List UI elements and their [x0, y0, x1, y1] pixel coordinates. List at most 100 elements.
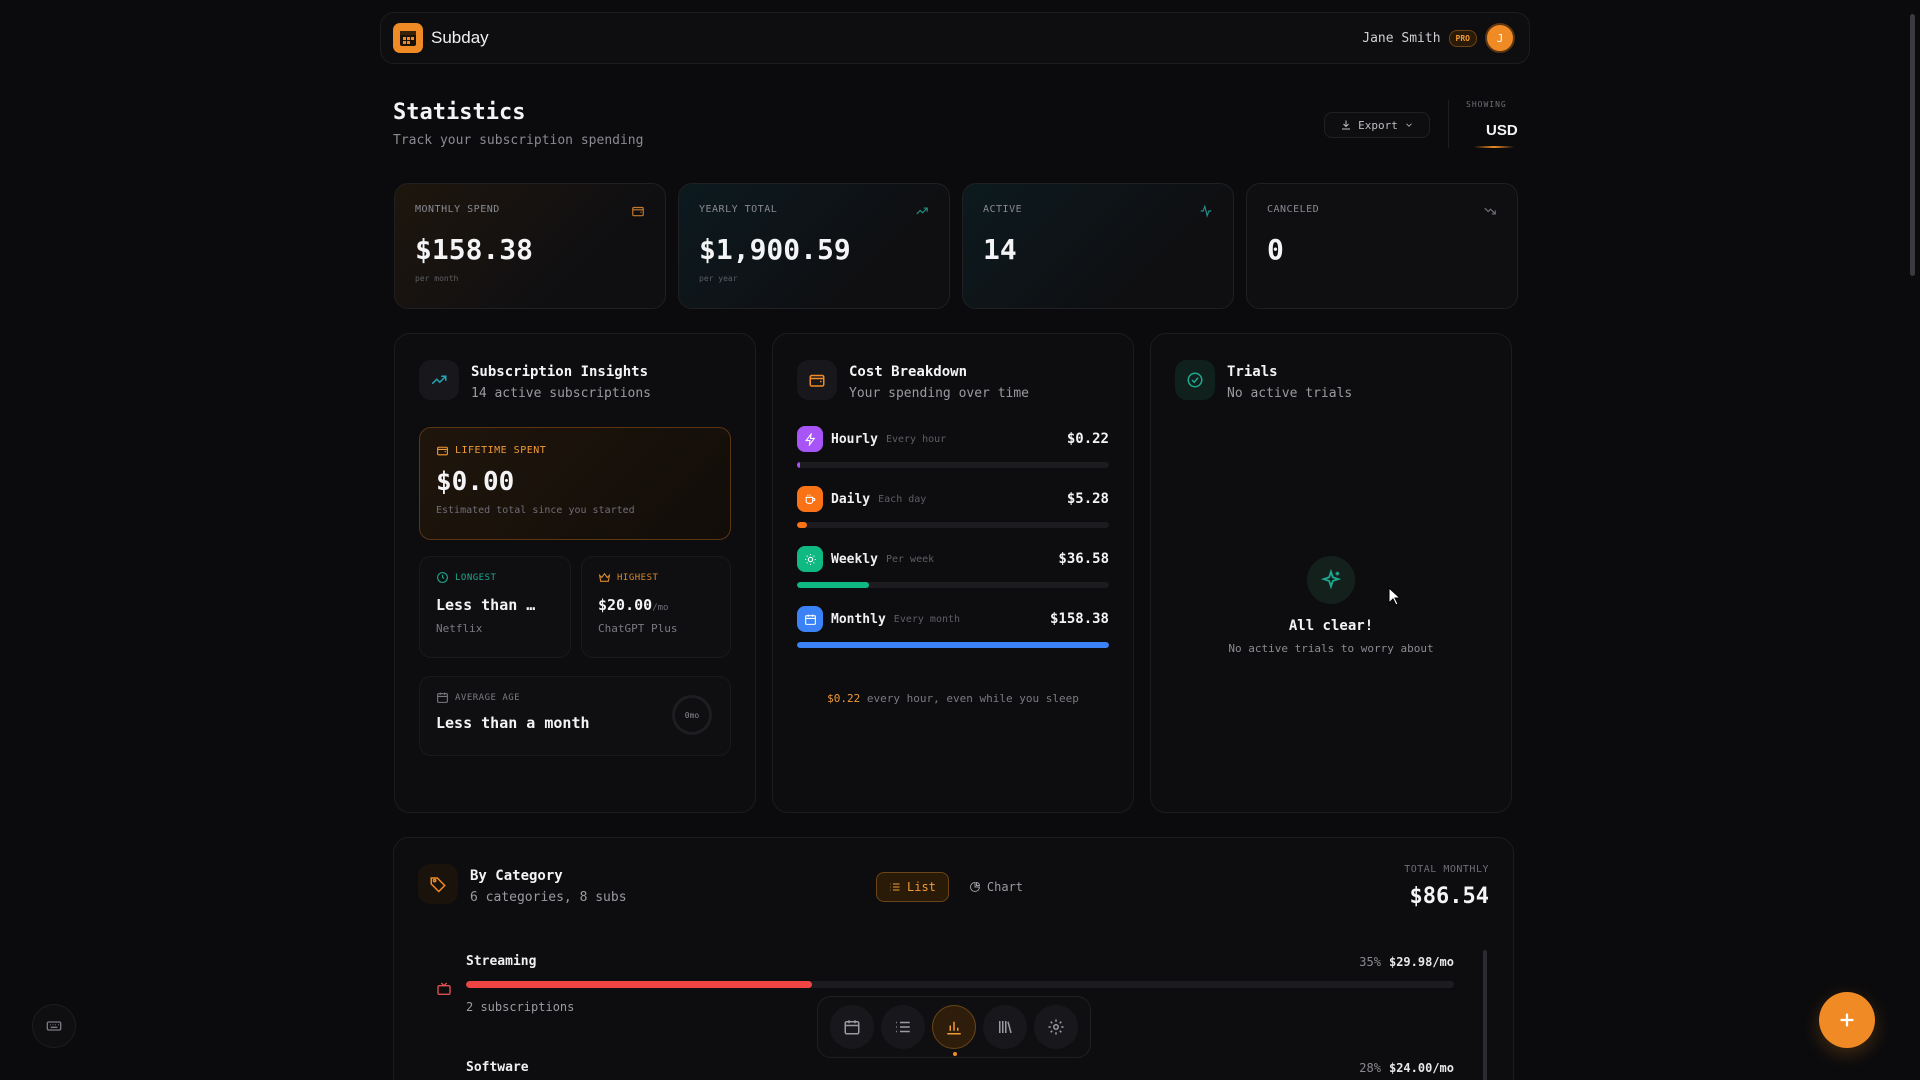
- cost-hint: Every month: [893, 613, 961, 625]
- panel-title: Trials: [1227, 364, 1278, 380]
- keyboard-shortcuts-button[interactable]: [32, 1004, 76, 1048]
- gear-icon: [1048, 1019, 1064, 1035]
- total-monthly-label: TOTAL MONTHLY: [1404, 864, 1489, 875]
- stat-sub: per year: [699, 274, 738, 283]
- cost-footer: $0.22 every hour, even while you sleep: [773, 692, 1133, 705]
- avatar[interactable]: J: [1485, 23, 1515, 53]
- longest-card: LONGEST Less than … Netflix: [419, 556, 571, 658]
- stat-value: $1,900.59: [699, 233, 851, 266]
- cost-value: $36.58: [1058, 551, 1109, 567]
- download-icon: [1342, 120, 1351, 130]
- category-percent: 28%: [1359, 1060, 1381, 1075]
- cost-value: $0.22: [1066, 431, 1109, 447]
- panel-subtitle: Your spending over time: [849, 386, 1030, 401]
- list-icon: [896, 1021, 910, 1033]
- trending-up-icon: [915, 204, 929, 218]
- trials-panel: Trials No active trials All clear! No ac…: [1150, 333, 1512, 813]
- highest-label: HIGHEST: [617, 572, 659, 583]
- stat-card-monthly-spend: MONTHLY SPEND $158.38 per month: [394, 183, 666, 309]
- category-row-software[interactable]: Software 28% $24.00/mo: [466, 1060, 1454, 1075]
- age-ring: 0mo: [672, 695, 712, 735]
- sparkles-icon: [1307, 556, 1355, 604]
- mouse-cursor-icon: [1388, 587, 1402, 607]
- category-amount: $29.98/mo: [1388, 954, 1454, 969]
- cost-bar: [797, 582, 870, 588]
- list-view-button[interactable]: List: [876, 872, 949, 902]
- app-logo-icon: [393, 23, 423, 53]
- activity-icon: [1199, 204, 1213, 218]
- stat-card-yearly-total: YEARLY TOTAL $1,900.59 per year: [678, 183, 950, 309]
- cost-name: Weekly: [831, 551, 878, 567]
- category-scrollbar[interactable]: [1483, 950, 1487, 1080]
- stat-card-canceled: CANCELED 0: [1246, 183, 1518, 309]
- stat-label: ACTIVE: [983, 204, 1023, 215]
- stat-value: $158.38: [415, 233, 534, 266]
- cost-name: Hourly: [831, 431, 878, 447]
- cost-row-weekly: Weekly Per week $36.58: [797, 546, 1109, 588]
- bottom-nav: [817, 996, 1091, 1058]
- lifetime-label: LIFETIME SPENT: [455, 445, 547, 456]
- cost-breakdown-panel: Cost Breakdown Your spending over time H…: [772, 333, 1134, 813]
- insights-panel: Subscription Insights 14 active subscrip…: [394, 333, 756, 813]
- longest-sub: Netflix: [436, 622, 483, 635]
- wallet-icon: [797, 360, 837, 400]
- coffee-icon: [797, 486, 823, 512]
- sun-icon: [797, 546, 823, 572]
- clock-icon: [437, 572, 448, 583]
- cost-hint: Each day: [878, 493, 927, 505]
- highest-unit: /mo: [652, 603, 669, 613]
- panel-title: By Category: [470, 868, 563, 884]
- stat-value: 14: [983, 233, 1017, 266]
- cost-hint: Every hour: [885, 433, 947, 445]
- category-percent: 35%: [1359, 954, 1381, 969]
- cost-bar: [797, 642, 1109, 648]
- longest-label: LONGEST: [455, 572, 497, 583]
- nav-calendar-button[interactable]: [829, 1005, 874, 1049]
- category-name: Streaming: [466, 954, 537, 969]
- cost-value: $5.28: [1066, 491, 1109, 507]
- empty-title: All clear!: [1288, 618, 1374, 634]
- cost-bar: [797, 462, 801, 468]
- nav-library-button[interactable]: [983, 1005, 1028, 1049]
- panel-subtitle: 6 categories, 8 subs: [470, 890, 627, 905]
- tag-icon: [418, 864, 458, 904]
- chart-view-button[interactable]: Chart: [957, 872, 1035, 902]
- keyboard-icon: [46, 1021, 62, 1031]
- wallet-icon: [437, 446, 448, 456]
- currency-underline: [1474, 146, 1514, 148]
- page-title: Statistics: [393, 100, 526, 125]
- chevron-down-icon: [1406, 123, 1412, 127]
- user-name: Jane Smith: [1362, 30, 1441, 46]
- stat-label: MONTHLY SPEND: [415, 204, 500, 215]
- panel-subtitle: 14 active subscriptions: [471, 386, 652, 401]
- page-scrollbar[interactable]: [1910, 14, 1915, 276]
- empty-subtitle: No active trials to worry about: [1228, 642, 1434, 655]
- category-bar: [466, 981, 812, 988]
- footer-amount: $0.22: [827, 692, 861, 705]
- page-subtitle: Track your subscription spending: [393, 133, 644, 148]
- check-circle-icon: [1175, 360, 1215, 400]
- average-age-card: AVERAGE AGE Less than a month 0mo: [419, 676, 731, 756]
- brand[interactable]: Subday: [393, 23, 489, 53]
- pro-badge: PRO: [1448, 29, 1477, 47]
- showing-label: SHOWING: [1466, 100, 1507, 109]
- nav-settings-button[interactable]: [1034, 1005, 1079, 1049]
- nav-statistics-button[interactable]: [931, 1005, 976, 1056]
- list-icon: [890, 883, 900, 891]
- cost-row-hourly: Hourly Every hour $0.22: [797, 426, 1109, 468]
- export-button[interactable]: Export: [1324, 112, 1430, 138]
- currency-selector[interactable]: USD: [1486, 122, 1518, 139]
- bar-chart-icon: [947, 1021, 961, 1035]
- lifetime-spent-card: LIFETIME SPENT $0.00 Estimated total sin…: [419, 427, 731, 540]
- cost-row-monthly: Monthly Every month $158.38: [797, 606, 1109, 648]
- cost-hint: Per week: [885, 553, 935, 565]
- nav-list-button[interactable]: [880, 1005, 925, 1049]
- highest-value: $20.00: [598, 596, 653, 614]
- trials-empty-state: All clear! No active trials to worry abo…: [1151, 556, 1511, 655]
- user-menu[interactable]: Jane Smith PRO J: [1362, 23, 1515, 53]
- library-icon: [999, 1021, 1012, 1034]
- list-label: List: [907, 880, 936, 894]
- add-subscription-button[interactable]: [1819, 992, 1875, 1048]
- stat-sub: per month: [415, 274, 459, 283]
- panel-subtitle: No active trials: [1227, 386, 1353, 401]
